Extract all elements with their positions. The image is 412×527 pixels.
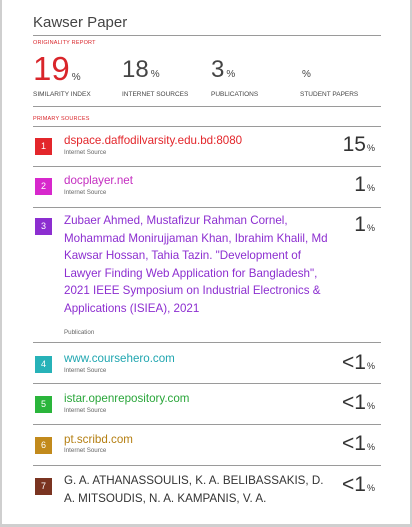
student-papers-unit: % [302, 69, 311, 80]
source-row: 2 docplayer.net Internet Source 1% [33, 172, 381, 208]
source-match: <1% [342, 391, 375, 415]
source-rank-badge: 6 [35, 437, 52, 454]
scores-divider [33, 106, 381, 107]
source-type: Internet Source [64, 189, 107, 196]
internet-sources-label: INTERNET SOURCES [122, 91, 189, 98]
title-divider [33, 35, 381, 36]
source-match: <1% [342, 432, 375, 456]
internet-sources-unit: % [150, 69, 160, 80]
source-type: Internet Source [64, 407, 107, 414]
source-match: <1% [342, 351, 375, 375]
source-match-value: 1 [354, 213, 366, 236]
source-match: 1% [354, 173, 375, 197]
source-match-value: <1 [342, 473, 366, 496]
publications-unit: % [226, 69, 236, 80]
source-match: 15% [343, 133, 375, 157]
source-rank-badge: 5 [35, 396, 52, 413]
publications-score: 3% [211, 56, 235, 84]
source-title[interactable]: dspace.daffodilvarsity.edu.bd:8080 [64, 132, 334, 150]
source-title[interactable]: www.coursehero.com [64, 350, 334, 368]
source-divider [33, 166, 381, 167]
similarity-index-value: 19 [33, 50, 70, 87]
source-title[interactable]: docplayer.net [64, 172, 334, 190]
publications-value: 3 [211, 56, 225, 83]
student-papers-label: STUDENT PAPERS [300, 91, 359, 98]
source-divider [33, 207, 381, 208]
source-rank-badge: 4 [35, 356, 52, 373]
source-title[interactable]: Zubaer Ahmed, Mustafizur Rahman Cornel, … [64, 212, 334, 318]
source-rank-badge: 7 [35, 478, 52, 495]
similarity-index-label: SIMILARITY INDEX [33, 91, 91, 98]
similarity-index-score: 19% [33, 50, 81, 88]
source-match-unit: % [366, 442, 375, 452]
source-match: <1% [342, 473, 375, 497]
source-match-unit: % [366, 223, 375, 233]
publications-label: PUBLICATIONS [211, 91, 259, 98]
source-match-value: <1 [342, 432, 366, 455]
internet-sources-value: 18 [122, 56, 149, 83]
source-rank-badge: 3 [35, 218, 52, 235]
source-rank-badge: 2 [35, 178, 52, 195]
source-match-unit: % [366, 143, 375, 153]
source-row: 1 dspace.daffodilvarsity.edu.bd:8080 Int… [33, 132, 381, 167]
document-title: Kawser Paper [33, 14, 128, 31]
source-row: 6 pt.scribd.com Internet Source <1% [33, 431, 381, 466]
source-match-unit: % [366, 483, 375, 493]
source-row: 4 www.coursehero.com Internet Source <1% [33, 350, 381, 384]
primary-sources-divider [33, 126, 381, 127]
source-type: Internet Source [64, 149, 107, 156]
source-divider [33, 383, 381, 384]
source-title[interactable]: pt.scribd.com [64, 431, 334, 449]
source-type: Internet Source [64, 447, 107, 454]
page-edge-left [0, 0, 2, 527]
originality-report-label: ORIGINALITY REPORT [33, 40, 96, 46]
source-title[interactable]: istar.openrepository.com [64, 390, 334, 408]
source-match-value: 15 [342, 133, 366, 156]
student-papers-score: % [300, 56, 311, 84]
source-type: Publication [64, 329, 95, 336]
similarity-index-unit: % [71, 72, 81, 83]
source-row: 3 Zubaer Ahmed, Mustafizur Rahman Cornel… [33, 212, 381, 344]
source-row: 7 G. A. ATHANASSOULIS, K. A. BELIBASSAKI… [33, 472, 381, 512]
source-type: Internet Source [64, 367, 107, 374]
source-divider [33, 342, 381, 343]
source-divider [33, 465, 381, 466]
source-match-unit: % [366, 183, 375, 193]
source-match: 1% [354, 213, 375, 237]
source-row: 5 istar.openrepository.com Internet Sour… [33, 390, 381, 425]
internet-sources-score: 18% [122, 56, 160, 84]
source-rank-badge: 1 [35, 138, 52, 155]
source-match-value: <1 [342, 351, 366, 374]
source-match-value: <1 [342, 391, 366, 414]
source-title[interactable]: G. A. ATHANASSOULIS, K. A. BELIBASSAKIS,… [64, 472, 334, 507]
source-match-unit: % [366, 401, 375, 411]
primary-sources-label: PRIMARY SOURCES [33, 116, 90, 122]
source-divider [33, 424, 381, 425]
source-match-unit: % [366, 361, 375, 371]
source-match-value: 1 [354, 173, 366, 196]
